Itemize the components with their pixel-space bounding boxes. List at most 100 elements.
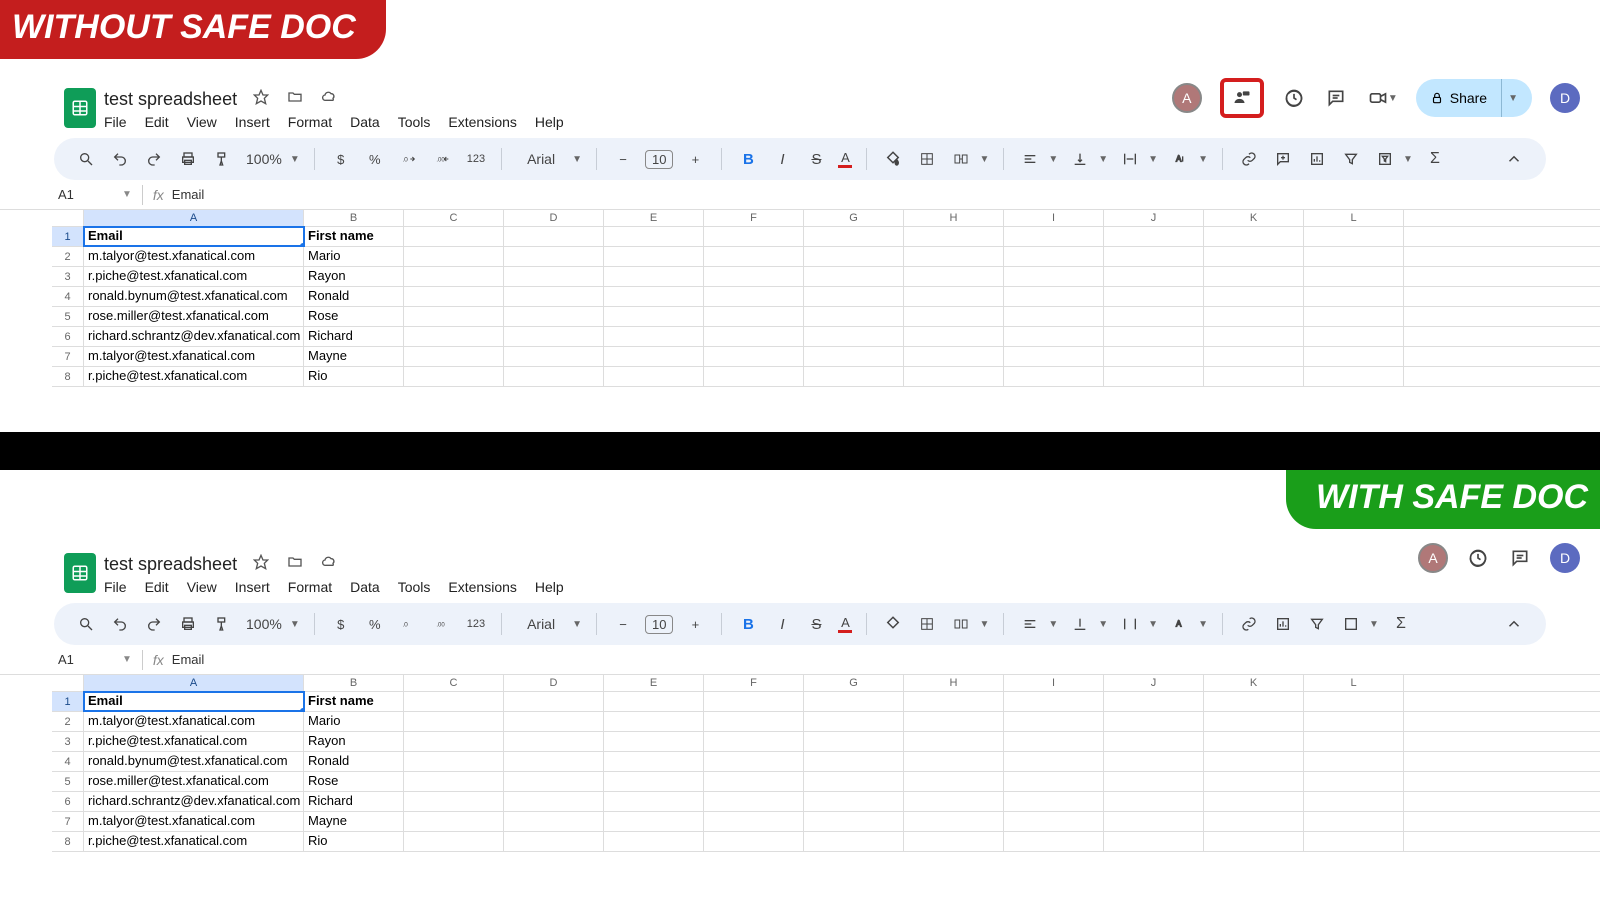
cell[interactable] (1204, 752, 1304, 771)
column-header-G[interactable]: G (804, 210, 904, 226)
insert-chart-icon[interactable] (1305, 147, 1329, 171)
decrease-decimal-icon[interactable]: .0 (397, 612, 421, 636)
row-number[interactable]: 5 (52, 307, 84, 326)
cell[interactable] (404, 752, 504, 771)
cell[interactable]: Rio (304, 832, 404, 851)
menu-edit[interactable]: Edit (145, 579, 169, 595)
cell[interactable] (1304, 772, 1404, 791)
cell[interactable] (404, 692, 504, 711)
cell[interactable] (1004, 832, 1104, 851)
cell[interactable] (804, 227, 904, 246)
cell[interactable] (1304, 327, 1404, 346)
menu-file[interactable]: File (104, 579, 127, 595)
comment-icon[interactable] (1508, 546, 1532, 570)
filter-views-icon[interactable] (1373, 147, 1397, 171)
cell[interactable] (604, 732, 704, 751)
cell[interactable] (1204, 247, 1304, 266)
cell[interactable] (1304, 732, 1404, 751)
menu-insert[interactable]: Insert (235, 114, 270, 130)
row-number[interactable]: 3 (52, 732, 84, 751)
column-header-D[interactable]: D (504, 675, 604, 691)
rotate-text-icon[interactable]: A (1168, 147, 1192, 171)
cell[interactable]: Email (84, 227, 304, 246)
row-number[interactable]: 5 (52, 772, 84, 791)
wrap-icon[interactable] (1118, 612, 1142, 636)
cell[interactable] (1304, 792, 1404, 811)
cell[interactable]: Rayon (304, 732, 404, 751)
rotate-text-icon[interactable]: A (1168, 612, 1192, 636)
cell[interactable] (1304, 752, 1404, 771)
cell[interactable] (1304, 812, 1404, 831)
currency-button[interactable]: $ (329, 147, 353, 171)
bold-button[interactable]: B (736, 147, 760, 171)
row-number[interactable]: 6 (52, 327, 84, 346)
menu-tools[interactable]: Tools (398, 579, 431, 595)
cell[interactable]: Mario (304, 712, 404, 731)
name-box[interactable]: A1 (54, 652, 122, 667)
cell[interactable]: Mayne (304, 812, 404, 831)
cell[interactable] (404, 327, 504, 346)
column-header-H[interactable]: H (904, 675, 1004, 691)
cell[interactable] (1304, 227, 1404, 246)
cell[interactable] (1004, 287, 1104, 306)
cell[interactable] (904, 307, 1004, 326)
cell[interactable] (1204, 347, 1304, 366)
cell[interactable] (804, 247, 904, 266)
link-icon[interactable] (1237, 147, 1261, 171)
cell[interactable] (504, 712, 604, 731)
cell[interactable] (804, 772, 904, 791)
cell[interactable] (704, 732, 804, 751)
strikethrough-button[interactable]: S (804, 612, 828, 636)
cell[interactable] (1004, 227, 1104, 246)
print-icon[interactable] (176, 147, 200, 171)
font-select[interactable]: Arial (516, 147, 566, 171)
cell[interactable] (1104, 247, 1204, 266)
cell[interactable]: Richard (304, 792, 404, 811)
font-select[interactable]: Arial (516, 612, 566, 636)
cell[interactable] (504, 772, 604, 791)
cell[interactable]: Richard (304, 327, 404, 346)
cell[interactable] (604, 287, 704, 306)
halign-icon[interactable] (1018, 612, 1042, 636)
cell[interactable] (804, 307, 904, 326)
row-number[interactable]: 1 (52, 692, 84, 711)
cell[interactable] (704, 752, 804, 771)
cell[interactable] (404, 247, 504, 266)
row-number[interactable]: 7 (52, 347, 84, 366)
menu-data[interactable]: Data (350, 114, 380, 130)
fontsize-input[interactable]: 10 (645, 615, 673, 634)
cell[interactable] (804, 812, 904, 831)
cell[interactable] (1104, 772, 1204, 791)
currency-button[interactable]: $ (329, 612, 353, 636)
cell[interactable] (1204, 267, 1304, 286)
cell[interactable] (404, 307, 504, 326)
cell[interactable]: richard.schrantz@dev.xfanatical.com (84, 327, 304, 346)
cell[interactable] (604, 752, 704, 771)
cell[interactable] (1004, 367, 1104, 386)
cell[interactable] (1304, 267, 1404, 286)
cell[interactable] (804, 712, 904, 731)
fontsize-input[interactable]: 10 (645, 150, 673, 169)
column-header-J[interactable]: J (1104, 210, 1204, 226)
cell[interactable]: Rayon (304, 267, 404, 286)
history-icon[interactable] (1466, 546, 1490, 570)
redo-icon[interactable] (142, 147, 166, 171)
cell[interactable] (704, 712, 804, 731)
cell[interactable] (404, 347, 504, 366)
text-color-button[interactable]: A (838, 615, 852, 633)
cell[interactable] (504, 367, 604, 386)
cell[interactable] (404, 792, 504, 811)
cell[interactable] (404, 267, 504, 286)
menu-format[interactable]: Format (288, 114, 332, 130)
undo-icon[interactable] (108, 147, 132, 171)
cell[interactable]: r.piche@test.xfanatical.com (84, 267, 304, 286)
move-folder-icon[interactable] (287, 89, 303, 110)
cell[interactable]: rose.miller@test.xfanatical.com (84, 307, 304, 326)
cell[interactable] (504, 792, 604, 811)
cell[interactable] (404, 712, 504, 731)
undo-icon[interactable] (108, 612, 132, 636)
row-number[interactable]: 6 (52, 792, 84, 811)
formula-input[interactable]: Email (172, 187, 205, 202)
cell[interactable] (604, 327, 704, 346)
chevron-down-icon[interactable]: ▼ (122, 654, 132, 665)
